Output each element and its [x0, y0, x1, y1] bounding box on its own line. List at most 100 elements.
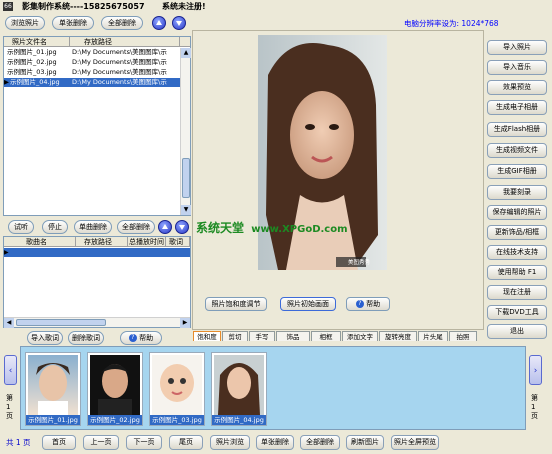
- import-lyrics-button[interactable]: 导入歌词: [27, 331, 63, 345]
- help-f1-button[interactable]: 使用帮助 F1: [487, 265, 547, 280]
- watermark-url: www.XPGoD.com: [251, 224, 348, 235]
- title-bar: 66 影集制作系统----15825675057 系统未注册!: [0, 0, 552, 13]
- register-now-button[interactable]: 现在注册: [487, 285, 547, 300]
- music-list-table[interactable]: 歌曲名 存放路径 总播放时间 歌词 ▶ ◀ ▶: [3, 236, 191, 328]
- app-icon: 66: [3, 2, 13, 11]
- scroll-down-icon[interactable]: ▼: [181, 205, 191, 215]
- watermark: 系统天堂 www.XPGoD.com: [196, 219, 348, 236]
- move-down-icon[interactable]: [172, 16, 186, 30]
- make-flash-album-button[interactable]: 生成Flash相册: [487, 122, 547, 137]
- refresh-images-button[interactable]: 刷新图片: [346, 435, 384, 450]
- column-header-path[interactable]: 存放路径: [70, 37, 180, 47]
- right-page-indicator: 第1页: [531, 394, 538, 420]
- burn-disc-button[interactable]: 我要刻录: [487, 185, 547, 200]
- thumbnail-item[interactable]: 示例图片_03.jpg: [149, 352, 205, 426]
- update-ornaments-button[interactable]: 更新饰品/相框: [487, 225, 547, 240]
- tab-frames[interactable]: 相框: [311, 331, 341, 341]
- next-page-button[interactable]: 下一页: [126, 435, 162, 450]
- delete-lyrics-button[interactable]: 删除歌词: [68, 331, 104, 345]
- browse-photos-button[interactable]: 浏览照片: [5, 16, 45, 30]
- thumbnail-image: [90, 355, 140, 415]
- last-page-button[interactable]: 尾页: [169, 435, 203, 450]
- table-row-selected[interactable]: ▶ 示例图片_04.jpg D:\My Documents\美图图库\示: [4, 78, 184, 87]
- delete-all-songs-button[interactable]: 全部删除: [117, 220, 155, 234]
- download-dvd-tool-button[interactable]: 下载DVD工具: [487, 305, 547, 320]
- thumbnail-item[interactable]: 示例图片_02.jpg: [87, 352, 143, 426]
- app-title: 影集制作系统----15825675057: [22, 2, 145, 11]
- photo-list-table[interactable]: 照片文件名 存放路径 示例图片_01.jpg D:\My Documents\美图…: [3, 36, 191, 216]
- watermark-site: 系统天堂: [196, 221, 245, 235]
- fullscreen-preview-button[interactable]: 照片全屏预览: [391, 435, 439, 450]
- lyrics-help-button[interactable]: ? 帮助: [120, 331, 162, 345]
- delete-all-photos-button[interactable]: 全部删除: [101, 16, 143, 30]
- scroll-left-icon[interactable]: ◀: [4, 318, 14, 328]
- thumbnail-image: [152, 355, 202, 415]
- import-photos-button[interactable]: 导入照片: [487, 40, 547, 55]
- prev-page-button[interactable]: 上一页: [83, 435, 119, 450]
- photo-table-header: 照片文件名 存放路径: [4, 37, 190, 47]
- make-video-button[interactable]: 生成视频文件: [487, 143, 547, 158]
- help-icon: ?: [128, 334, 137, 342]
- help-icon: ?: [355, 300, 364, 308]
- tab-crop[interactable]: 剪切: [222, 331, 248, 341]
- scroll-thumb[interactable]: [182, 158, 190, 198]
- tab-add-text[interactable]: 添加文字: [342, 331, 378, 341]
- column-header-song[interactable]: 歌曲名: [4, 237, 76, 247]
- save-edited-photo-button[interactable]: 保存编辑的照片: [487, 205, 547, 220]
- move-up-icon[interactable]: [152, 16, 166, 30]
- music-row-selected[interactable]: ▶: [4, 248, 190, 257]
- column-header-filename[interactable]: 照片文件名: [4, 37, 70, 47]
- stop-button[interactable]: 停止: [42, 220, 68, 234]
- exit-button[interactable]: 退出: [487, 324, 547, 339]
- table-row[interactable]: 示例图片_02.jpg D:\My Documents\美图图库\示: [4, 58, 184, 67]
- delete-all-bottom-button[interactable]: 全部删除: [300, 435, 340, 450]
- thumbnail-image: [28, 355, 78, 415]
- thumbnail-caption: 示例图片_03.jpg: [150, 415, 204, 425]
- thumbnail-caption: 示例图片_04.jpg: [212, 415, 266, 425]
- import-music-button[interactable]: 导入音乐: [487, 60, 547, 75]
- first-page-button[interactable]: 首页: [42, 435, 76, 450]
- photo-badge: 美图秀秀: [348, 260, 371, 266]
- tab-camera[interactable]: 拍照: [449, 331, 477, 341]
- online-support-button[interactable]: 在线技术支持: [487, 245, 547, 260]
- thumbnail-item[interactable]: 示例图片_01.jpg: [25, 352, 81, 426]
- tab-handwriting[interactable]: 手写: [249, 331, 275, 341]
- preview-help-button[interactable]: ? 帮助: [346, 297, 390, 311]
- tab-rotate-brightness[interactable]: 旋转亮度: [379, 331, 417, 341]
- next-page-arrow[interactable]: ›: [529, 355, 542, 385]
- resolution-notice: 电脑分辨率设为: 1024*768: [404, 19, 499, 28]
- column-header-lyrics[interactable]: 歌词: [166, 237, 190, 247]
- scroll-right-icon[interactable]: ▶: [180, 318, 190, 328]
- scroll-up-icon[interactable]: ▲: [181, 48, 191, 58]
- song-down-icon[interactable]: [175, 220, 189, 234]
- column-header-song-path[interactable]: 存放路径: [76, 237, 128, 247]
- listen-button[interactable]: 试听: [8, 220, 34, 234]
- vertical-scrollbar[interactable]: ▲ ▼: [180, 48, 191, 215]
- thumbnail-caption: 示例图片_02.jpg: [88, 415, 142, 425]
- left-page-indicator: 第1页: [6, 394, 13, 420]
- music-table-header: 歌曲名 存放路径 总播放时间 歌词: [4, 237, 190, 247]
- tab-saturation[interactable]: 饱和度: [193, 331, 221, 341]
- effect-preview-button[interactable]: 效果预览: [487, 80, 547, 95]
- initial-view-button[interactable]: 照片初始画面: [280, 297, 336, 311]
- delete-one-photo-button[interactable]: 单张删除: [52, 16, 94, 30]
- scroll-thumb-horizontal[interactable]: [16, 319, 106, 326]
- register-status: 系统未注册!: [162, 2, 206, 11]
- thumbnail-item[interactable]: 示例图片_04.jpg: [211, 352, 267, 426]
- tab-ornaments[interactable]: 饰品: [276, 331, 310, 341]
- horizontal-scrollbar[interactable]: ◀ ▶: [4, 317, 190, 328]
- column-header-duration[interactable]: 总播放时间: [128, 237, 166, 247]
- thumbnail-image: [214, 355, 264, 415]
- table-row[interactable]: 示例图片_03.jpg D:\My Documents\美图图库\示: [4, 68, 184, 77]
- saturation-button[interactable]: 照片饱和度调节: [205, 297, 267, 311]
- song-up-icon[interactable]: [158, 220, 172, 234]
- tab-title-ending[interactable]: 片头尾: [418, 331, 448, 341]
- prev-page-arrow[interactable]: ‹: [4, 355, 17, 385]
- browse-photos-bottom-button[interactable]: 照片浏览: [210, 435, 250, 450]
- thumbnail-caption: 示例图片_01.jpg: [26, 415, 80, 425]
- make-gif-album-button[interactable]: 生成GIF相册: [487, 164, 547, 179]
- table-row[interactable]: 示例图片_01.jpg D:\My Documents\美图图库\示: [4, 48, 184, 57]
- make-ealbum-button[interactable]: 生成电子相册: [487, 100, 547, 115]
- delete-one-bottom-button[interactable]: 单张删除: [256, 435, 294, 450]
- delete-one-song-button[interactable]: 单曲删除: [74, 220, 112, 234]
